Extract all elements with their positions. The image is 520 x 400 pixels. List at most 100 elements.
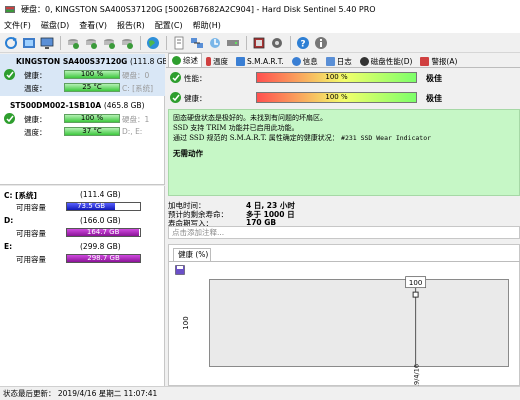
menu-config[interactable]: 配置(C) <box>155 20 183 31</box>
health-bar: 100 % <box>256 92 417 103</box>
tab-alerts[interactable]: 警报(A) <box>416 54 461 67</box>
comment-input[interactable]: 点击添加注释... <box>168 226 520 239</box>
tab-info[interactable]: 信息 <box>288 54 322 67</box>
free-space-fill: 73.5 GB <box>67 203 116 210</box>
disk-test-icon <box>68 38 79 49</box>
performance-ok-icon <box>170 72 181 83</box>
health-bar: 100 % <box>64 114 120 123</box>
title-bar: 硬盘：0, KINGSTON SA400S37120G [50026B7682A… <box>0 0 520 18</box>
info-icon <box>315 36 327 49</box>
health-label: 健康： <box>24 71 47 80</box>
drive-letters: C: [系统] <box>122 84 153 93</box>
toolbar-separator <box>290 35 291 50</box>
thermometer-icon <box>206 56 211 66</box>
status-line: 固态硬盘状态是极好的。未找到有问题的坏扇区。 <box>173 114 327 122</box>
test-button-4[interactable] <box>119 35 135 51</box>
tab-log[interactable]: 日志 <box>322 54 356 67</box>
menu-bar: 文件(F) 磁盘(D) 查看(V) 报告(R) 配置(C) 帮助(H) <box>0 18 520 33</box>
partition-name: E: <box>4 242 13 251</box>
svg-text:?: ? <box>300 39 305 49</box>
options-button[interactable] <box>269 35 285 51</box>
partition-size: (166.0 GB) <box>80 216 121 225</box>
report-button[interactable] <box>171 35 187 51</box>
help-icon: ? <box>297 36 309 49</box>
tab-temperature[interactable]: 温度 <box>202 54 232 67</box>
smart-icon <box>236 56 245 66</box>
test-button-2[interactable] <box>83 35 99 51</box>
backup-icon <box>210 37 220 48</box>
help-button[interactable]: ? <box>295 35 311 51</box>
menu-file[interactable]: 文件(F) <box>4 20 31 31</box>
disk-test-icon <box>122 38 133 49</box>
disk-item-0[interactable]: KINGSTON SA400S37120G (111.8 GB) 健康： 100… <box>0 54 171 96</box>
free-space-label: 可用容量 <box>16 255 46 264</box>
temperature-bar: 25 °C <box>64 83 120 92</box>
disk-test-icon <box>86 38 97 49</box>
menu-report[interactable]: 报告(R) <box>117 20 145 31</box>
app-icon <box>5 6 15 13</box>
free-space-bar: 164.7 GB <box>66 228 141 237</box>
chart-tab-line <box>169 261 520 262</box>
network-icon <box>191 37 203 48</box>
tab-smart[interactable]: S.M.A.R.T. <box>232 54 288 67</box>
health-ok-icon <box>170 92 181 103</box>
free-space-label: 可用容量 <box>16 229 46 238</box>
monitor-button[interactable] <box>39 35 55 51</box>
partition-size: (111.4 GB) <box>80 190 121 199</box>
partition-name: D: <box>4 216 14 225</box>
data-point <box>412 291 419 298</box>
partition-c[interactable]: C: [系统] (111.4 GB) 可用容量 73.5 GB <box>0 188 165 213</box>
disk-surface-button[interactable] <box>21 35 37 51</box>
settings-button[interactable] <box>251 35 267 51</box>
performance-icon <box>359 56 369 66</box>
y-tick-label: 100 <box>182 316 190 329</box>
free-space-bar: 298.7 GB <box>66 254 141 263</box>
details-tabs: 综述 温度 S.M.A.R.T. 信息 日志 磁盘性能(D) 警报(A) <box>166 53 520 68</box>
free-space-fill: 164.7 GB <box>67 229 140 236</box>
health-ok-icon <box>4 113 15 124</box>
document-icon <box>174 36 184 49</box>
test-button-3[interactable] <box>101 35 117 51</box>
test-button-1[interactable] <box>65 35 81 51</box>
disk-index: 硬盘：1 <box>122 115 150 124</box>
status-line: SSD 支持 TRIM 功能并已启用此功能。 <box>173 124 299 132</box>
disk-item-1[interactable]: ST500DM002-1SB10A (465.8 GB) 健康： 100 % 硬… <box>0 98 165 140</box>
performance-row: 性能： 100 % 极佳 <box>166 69 520 87</box>
status-bar: 状态最后更新： 2019/4/16 星期二 11:07:41 <box>0 386 520 400</box>
details-pane: 综述 温度 S.M.A.R.T. 信息 日志 磁盘性能(D) 警报(A) 性能：… <box>166 53 520 397</box>
health-row: 健康： 100 % 极佳 <box>166 89 520 107</box>
drive-button[interactable] <box>225 35 241 51</box>
refresh-button[interactable] <box>3 35 19 51</box>
action-required: 无需动作 <box>173 149 203 158</box>
free-space-bar: 73.5 GB <box>66 202 141 211</box>
temperature-label: 温度： <box>24 128 47 137</box>
performance-verdict: 极佳 <box>426 73 442 83</box>
partition-e[interactable]: E: (299.8 GB) 可用容量 298.7 GB <box>0 240 165 265</box>
disk-test-icon <box>104 38 115 49</box>
backup-button[interactable] <box>207 35 223 51</box>
menu-view[interactable]: 查看(V) <box>79 20 107 31</box>
performance-bar: 100 % <box>256 72 417 83</box>
toolbar-separator <box>166 35 167 50</box>
free-space-fill: 298.7 GB <box>67 255 140 262</box>
send-report-button[interactable] <box>189 35 205 51</box>
tab-disk-performance[interactable]: 磁盘性能(D) <box>356 54 417 67</box>
check-icon <box>172 56 181 65</box>
status-line: 通过 SSD 规范的 S.M.A.R.T. 属性确定的健康状况： #231 SS… <box>173 134 432 142</box>
save-icon[interactable] <box>175 265 185 275</box>
web-button[interactable] <box>145 35 161 51</box>
toolbar-separator <box>140 35 141 50</box>
temperature-label: 温度： <box>24 84 47 93</box>
about-button[interactable] <box>313 35 329 51</box>
menu-help[interactable]: 帮助(H) <box>193 20 221 31</box>
disk-index: 硬盘：0 <box>122 71 150 80</box>
chart-tab-health[interactable]: 健康 (%) <box>173 248 211 261</box>
status-description: 固态硬盘状态是极好的。未找到有问题的坏扇区。 SSD 支持 TRIM 功能并已启… <box>168 109 520 196</box>
tab-overview[interactable]: 综述 <box>168 53 202 67</box>
partition-size: (299.8 GB) <box>80 242 121 251</box>
menu-disk[interactable]: 磁盘(D) <box>41 20 69 31</box>
toolbar-separator <box>246 35 247 50</box>
partition-d[interactable]: D: (166.0 GB) 可用容量 164.7 GB <box>0 214 165 239</box>
performance-label: 性能： <box>184 73 207 83</box>
toolbar-separator <box>60 35 61 50</box>
